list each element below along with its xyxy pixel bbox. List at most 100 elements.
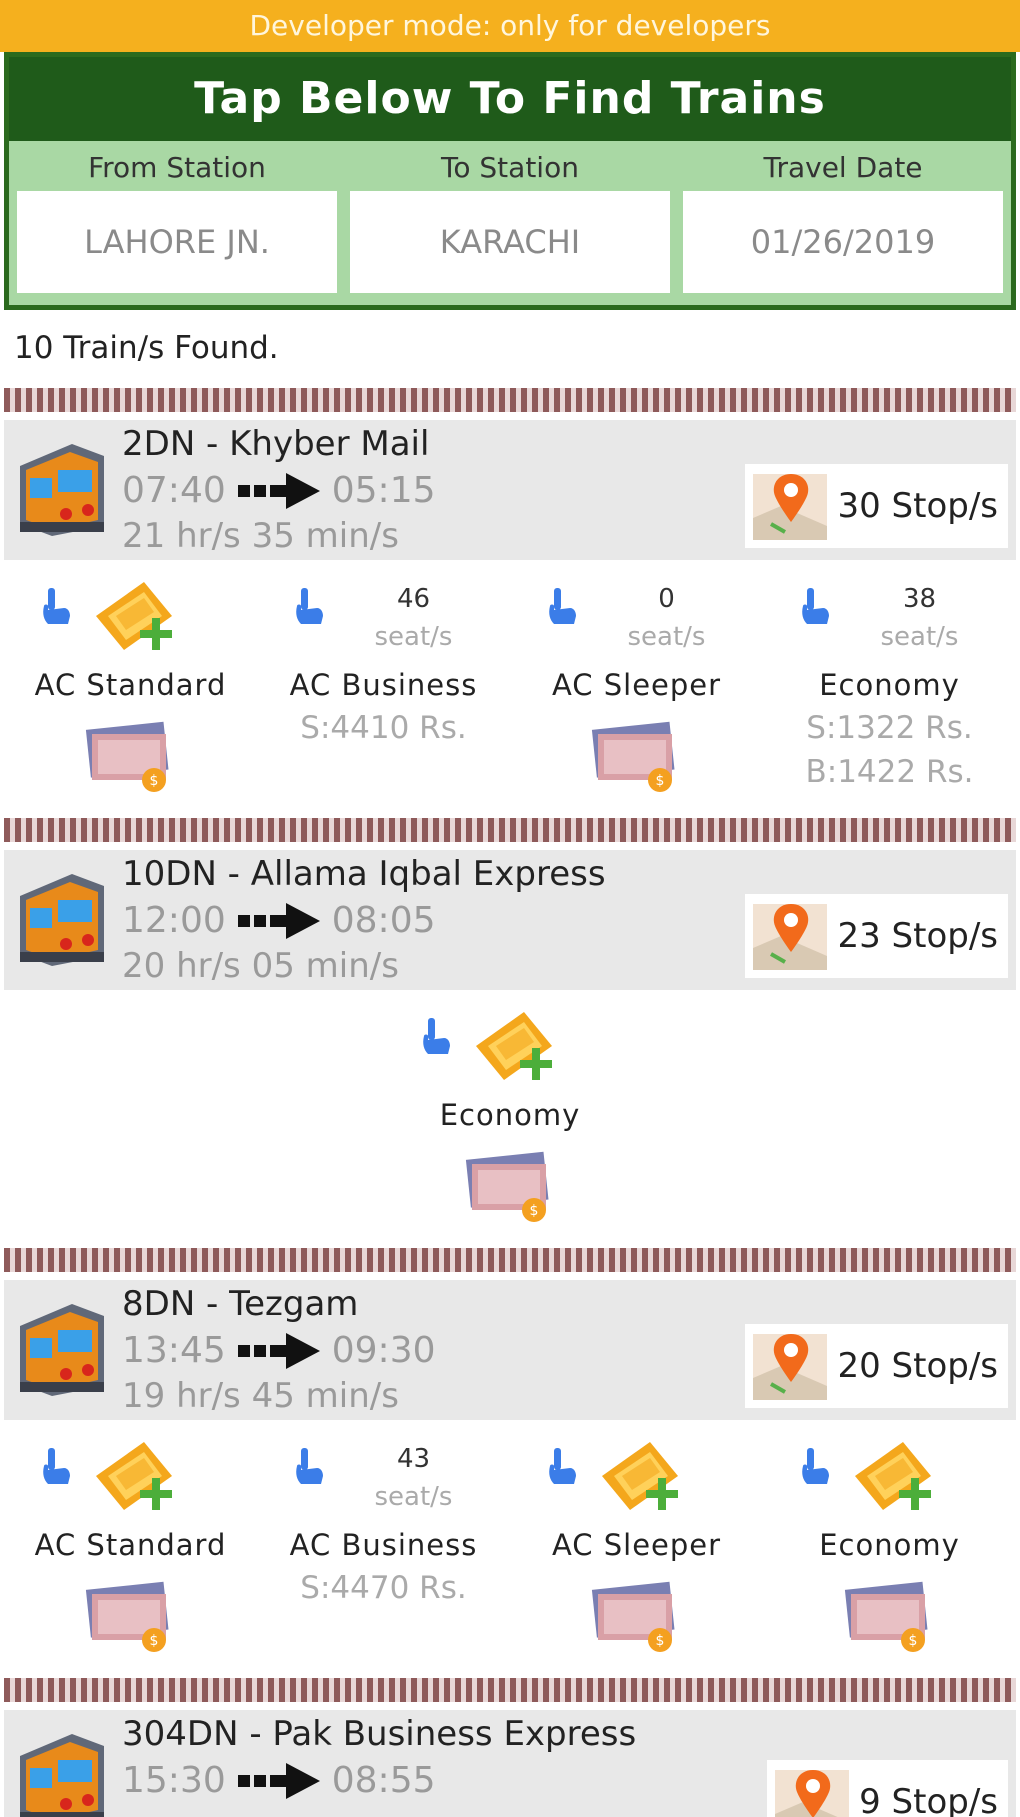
fare-cash-icon[interactable]	[84, 1578, 176, 1656]
seat-label: seat/s	[627, 622, 706, 652]
stops-count: 9 Stop/s	[859, 1782, 998, 1817]
to-station-input[interactable]	[350, 191, 670, 293]
fare-price-berth: B:1422 Rs.	[805, 754, 974, 790]
map-pin-icon	[751, 1328, 829, 1404]
to-station-label: To Station	[441, 151, 579, 184]
travel-date-label: Travel Date	[763, 151, 923, 184]
train-front-icon	[12, 866, 112, 970]
rail-divider	[4, 388, 1016, 412]
seat-count: 46	[396, 584, 431, 614]
class-ac-sleeper[interactable]: 0 seat/s AC Sleeper	[510, 572, 763, 802]
developer-mode-banner: Developer mode: only for developers	[0, 0, 1020, 52]
class-name: AC Sleeper	[551, 1528, 722, 1562]
stops-button[interactable]: 9 Stop/s	[767, 1760, 1008, 1817]
fare-cash-icon[interactable]	[464, 1148, 556, 1226]
travel-duration: 19 hr/s 45 min/s	[122, 1376, 399, 1416]
seat-label: seat/s	[374, 1482, 453, 1512]
class-list: AC Standard 43 seat/s AC Business S:4470…	[4, 1432, 1016, 1662]
ticket-add-icon[interactable]	[90, 1436, 176, 1516]
class-economy[interactable]: Economy	[763, 1432, 1016, 1662]
rail-divider	[4, 1678, 1016, 1702]
results-count: 10 Train/s Found.	[14, 330, 279, 366]
train-card-allama-iqbal-express[interactable]: 10DN - Allama Iqbal Express 12:00 08:05 …	[4, 850, 1016, 990]
ticket-add-icon[interactable]	[470, 1006, 556, 1086]
class-name: AC Standard	[34, 1528, 227, 1562]
class-economy[interactable]: Economy	[384, 1002, 637, 1232]
map-pin-icon	[751, 468, 829, 544]
travel-duration: 20 hr/s 05 min/s	[122, 946, 399, 986]
from-station-input[interactable]	[17, 191, 337, 293]
arrow-right-icon	[238, 471, 320, 511]
train-card-pak-business-express[interactable]: 304DN - Pak Business Express 15:30 08:55…	[4, 1710, 1016, 1817]
class-name: Economy	[819, 1528, 960, 1562]
map-pin-icon	[751, 898, 829, 974]
class-name: AC Business	[289, 1528, 478, 1562]
class-ac-standard[interactable]: AC Standard	[4, 1432, 257, 1662]
arrival-time: 08:55	[331, 1760, 436, 1801]
fare-cash-icon[interactable]	[84, 718, 176, 796]
arrow-right-icon	[238, 901, 320, 941]
ticket-add-icon[interactable]	[90, 576, 176, 656]
train-times: 13:45 09:30	[122, 1330, 436, 1371]
seat-count: 38	[902, 584, 937, 614]
train-name: 2DN - Khyber Mail	[122, 424, 430, 464]
seat-count: 0	[658, 584, 675, 614]
arrival-time: 08:05	[331, 900, 436, 941]
class-name: AC Sleeper	[551, 668, 722, 702]
pointing-hand-icon	[544, 1446, 578, 1486]
train-name: 10DN - Allama Iqbal Express	[122, 854, 606, 894]
pointing-hand-icon	[797, 1446, 831, 1486]
train-finder-panel: Tap Below To Find Trains From Station To…	[4, 52, 1016, 310]
train-times: 07:40 05:15	[122, 470, 436, 511]
fare-cash-icon[interactable]	[843, 1578, 935, 1656]
class-ac-sleeper[interactable]: AC Sleeper	[510, 1432, 763, 1662]
class-name: Economy	[439, 1098, 581, 1132]
seat-count: 43	[396, 1444, 431, 1474]
fare-cash-icon[interactable]	[590, 718, 682, 796]
class-ac-business[interactable]: 46 seat/s AC Business S:4410 Rs.	[257, 572, 510, 802]
arrow-right-icon	[238, 1331, 320, 1371]
travel-duration: 21 hr/s 35 min/s	[122, 516, 399, 556]
class-list: Economy	[4, 1002, 1016, 1232]
departure-time: 07:40	[122, 470, 226, 511]
class-ac-standard[interactable]: AC Standard	[4, 572, 257, 802]
fare-cash-icon[interactable]	[590, 1578, 682, 1656]
arrow-right-icon	[238, 1761, 320, 1801]
rail-divider	[4, 818, 1016, 842]
pointing-hand-icon	[418, 1016, 452, 1056]
fare-price: S:4410 Rs.	[300, 710, 467, 746]
train-card-tezgam[interactable]: 8DN - Tezgam 13:45 09:30 19 hr/s 45 min/…	[4, 1280, 1016, 1420]
stops-button[interactable]: 30 Stop/s	[745, 464, 1008, 548]
train-name: 304DN - Pak Business Express	[122, 1714, 637, 1754]
train-name: 8DN - Tezgam	[122, 1284, 359, 1324]
departure-time: 13:45	[122, 1330, 226, 1371]
ticket-add-icon[interactable]	[849, 1436, 935, 1516]
class-ac-business[interactable]: 43 seat/s AC Business S:4470 Rs.	[257, 1432, 510, 1662]
map-pin-icon	[773, 1764, 851, 1817]
seat-label: seat/s	[374, 622, 453, 652]
class-name: AC Standard	[34, 668, 227, 702]
train-card-khyber-mail[interactable]: 2DN - Khyber Mail 07:40 05:15 21 hr/s 35…	[4, 420, 1016, 560]
departure-time: 15:30	[122, 1760, 226, 1801]
arrival-time: 09:30	[331, 1330, 436, 1371]
travel-date-input[interactable]	[683, 191, 1003, 293]
train-front-icon	[12, 436, 112, 540]
train-front-icon	[12, 1726, 112, 1817]
stops-count: 30 Stop/s	[837, 486, 998, 526]
from-station-label: From Station	[88, 151, 266, 184]
finder-title: Tap Below To Find Trains	[9, 57, 1011, 141]
stops-button[interactable]: 23 Stop/s	[745, 894, 1008, 978]
rail-divider	[4, 1248, 1016, 1272]
departure-time: 12:00	[122, 900, 226, 941]
stops-button[interactable]: 20 Stop/s	[745, 1324, 1008, 1408]
train-times: 15:30 08:55	[122, 1760, 436, 1801]
class-name: AC Business	[289, 668, 478, 702]
train-times: 12:00 08:05	[122, 900, 436, 941]
class-economy[interactable]: 38 seat/s Economy S:1322 Rs. B:1422 Rs.	[763, 572, 1016, 802]
arrival-time: 05:15	[331, 470, 436, 511]
pointing-hand-icon	[38, 1446, 72, 1486]
stops-count: 23 Stop/s	[837, 916, 998, 956]
class-name: Economy	[819, 668, 960, 702]
ticket-add-icon[interactable]	[596, 1436, 682, 1516]
train-front-icon	[12, 1296, 112, 1400]
